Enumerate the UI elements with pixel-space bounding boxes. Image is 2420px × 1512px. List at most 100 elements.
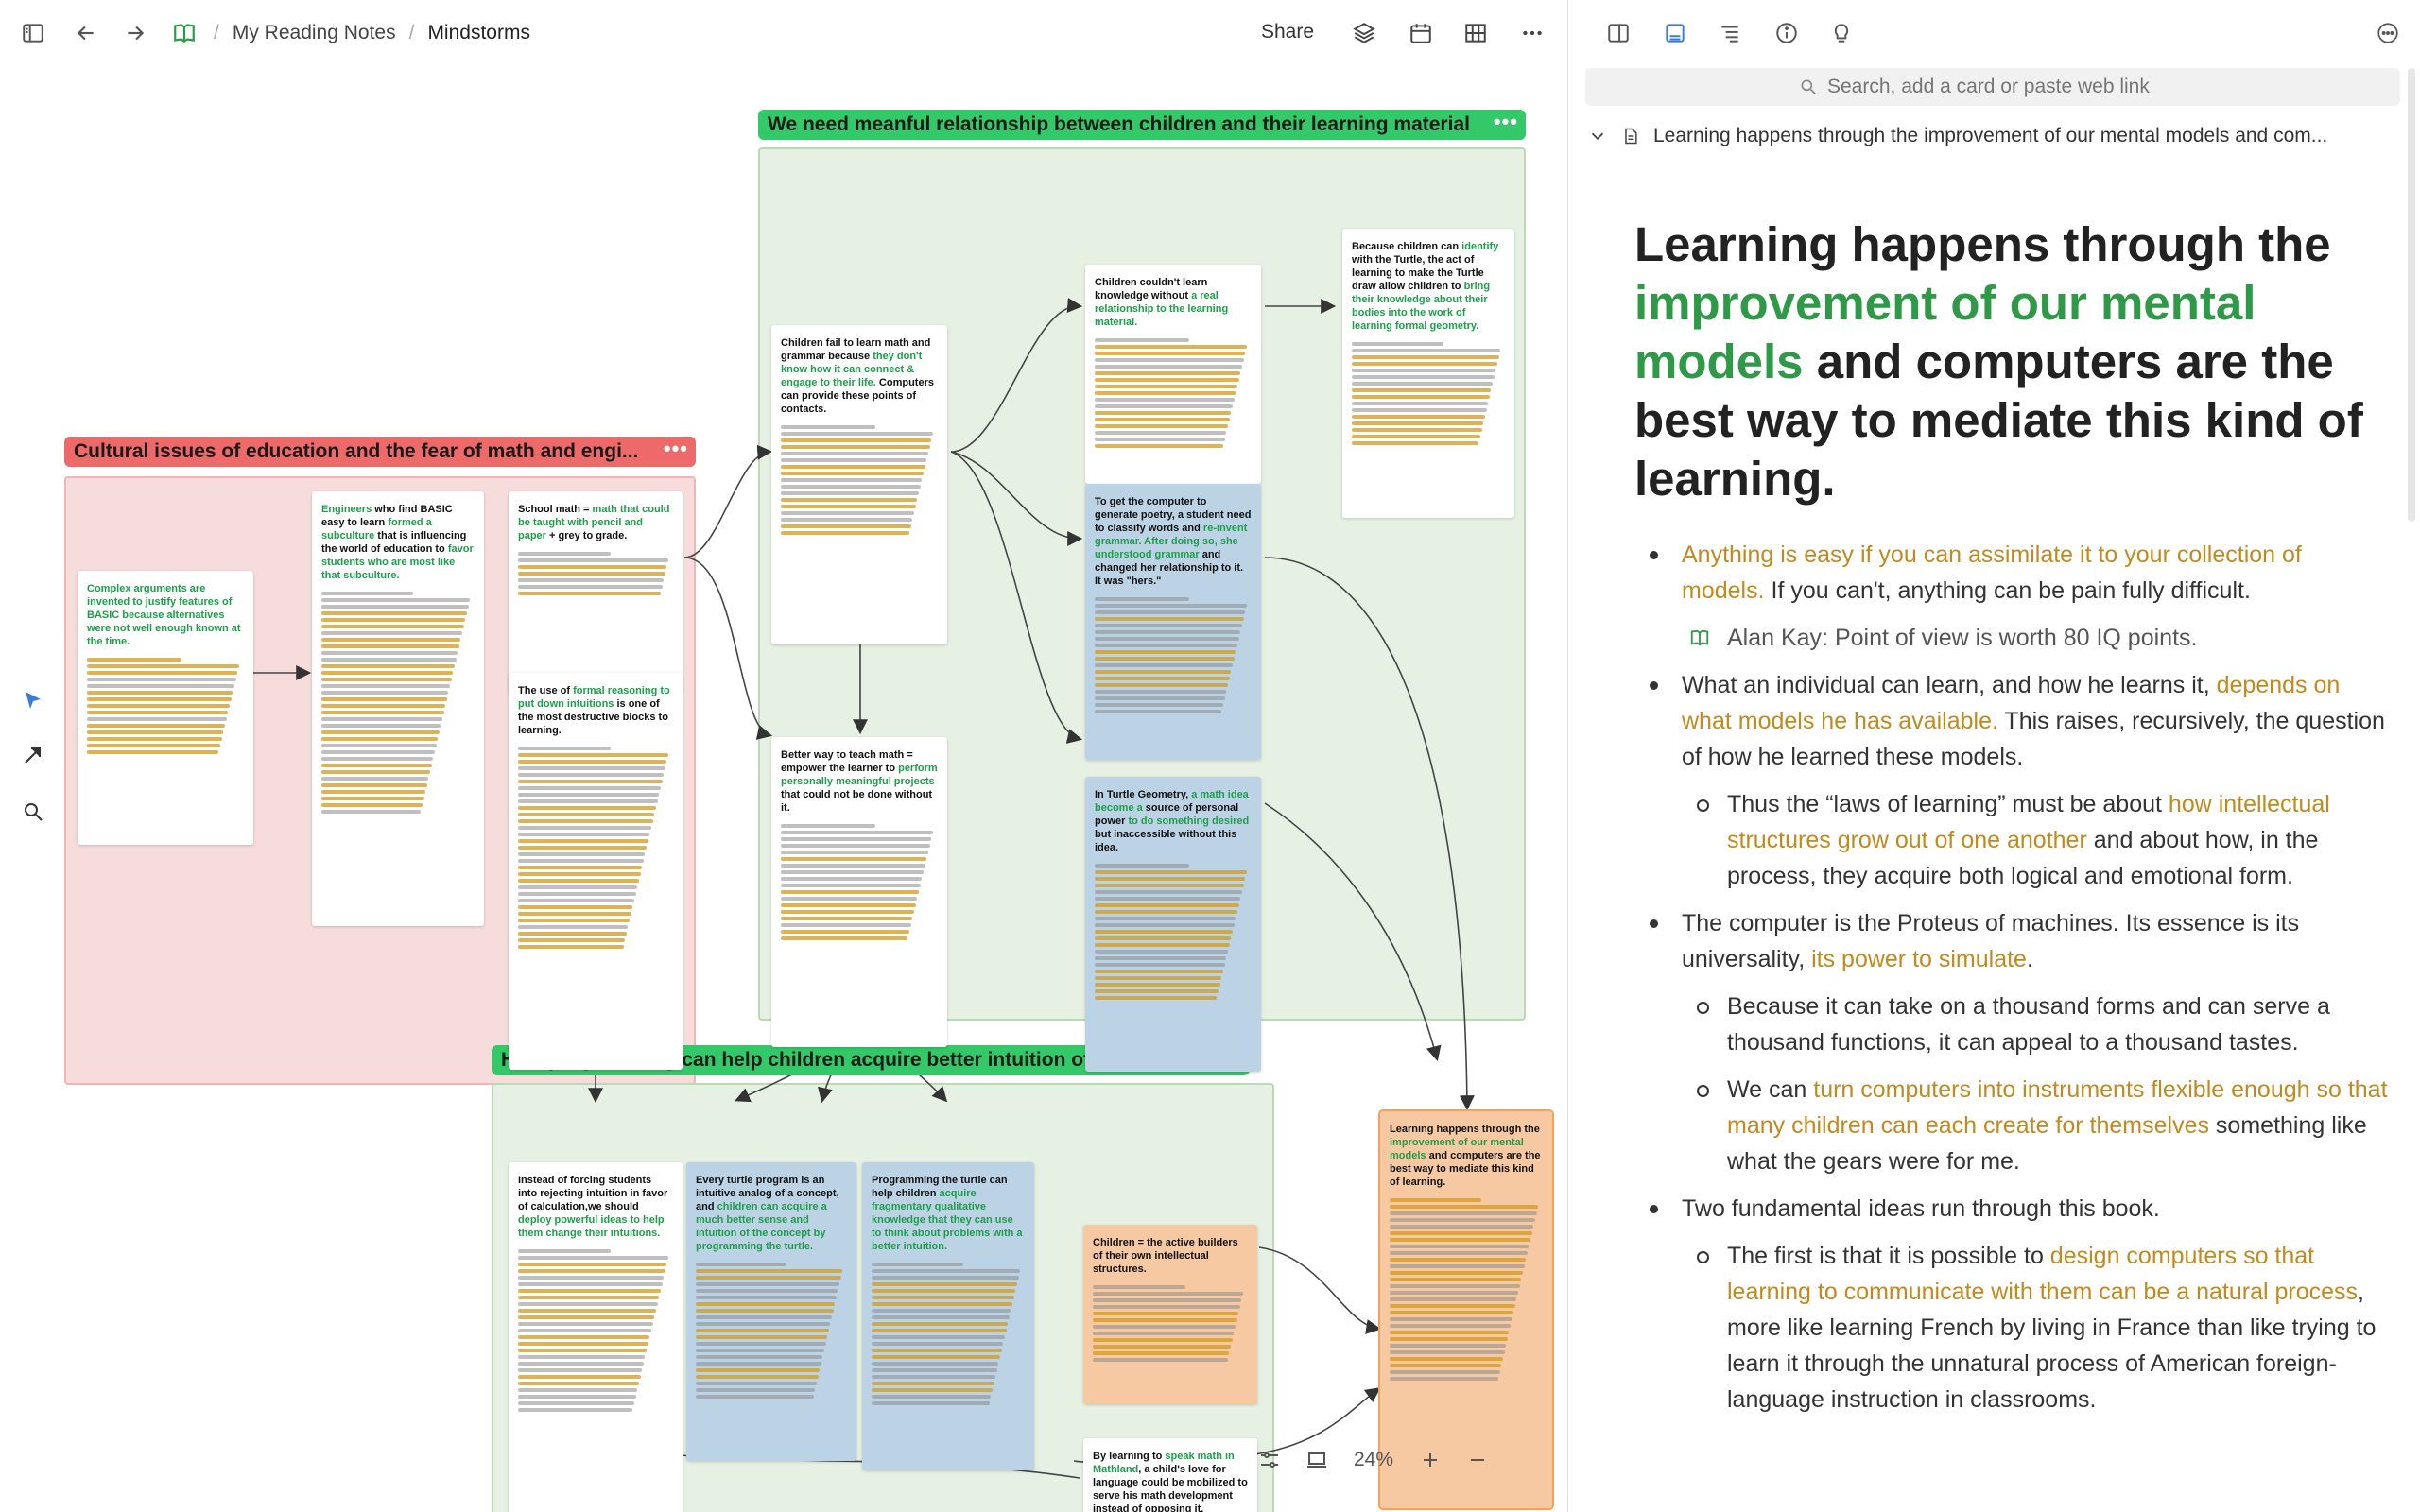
card-title: Because children can — [1352, 241, 1462, 252]
whiteboard-canvas[interactable]: We need meanful relationship between chi… — [0, 66, 1567, 1512]
card-text-line — [872, 1276, 1019, 1280]
card-text-line — [781, 518, 913, 522]
group-more-icon[interactable]: ••• — [664, 437, 688, 461]
info-icon[interactable] — [1771, 17, 1803, 49]
card-text-line — [1095, 996, 1218, 1000]
bullet-3b[interactable]: We can turn computers into instruments f… — [1634, 1072, 2391, 1179]
card-text-line — [1390, 1251, 1528, 1255]
bullet-1[interactable]: Anything is easy if you can assimilate i… — [1634, 537, 2391, 609]
card-turtle-geometry[interactable]: In Turtle Geometry, a math idea become a… — [1085, 777, 1261, 1072]
card-basic[interactable]: Complex arguments are invented to justif… — [78, 571, 253, 845]
card-text-line — [1390, 1231, 1532, 1235]
card-couldnt-learn[interactable]: Children couldn't learn knowledge withou… — [1085, 265, 1261, 484]
book-icon[interactable] — [168, 17, 200, 49]
card-text-line — [518, 558, 669, 562]
card-text-line — [518, 932, 627, 936]
bullet-2[interactable]: What an individual can learn, and how he… — [1634, 667, 2391, 775]
split-view-icon[interactable] — [1602, 17, 1634, 49]
card-text-line — [781, 472, 925, 475]
breadcrumb-root[interactable]: My Reading Notes — [233, 22, 396, 44]
card-text-line — [518, 919, 631, 922]
bullet-2a[interactable]: Thus the “laws of learning” must be abou… — [1634, 786, 2391, 894]
zoom-in-icon[interactable] — [1407, 1449, 1454, 1471]
calendar-icon[interactable] — [1405, 17, 1437, 49]
forward-arrow-icon[interactable] — [119, 17, 151, 49]
layers-icon[interactable] — [1348, 17, 1380, 49]
card-text-line — [1095, 989, 1219, 993]
arrow-tool-icon[interactable] — [19, 741, 47, 769]
library-icon[interactable] — [1460, 17, 1492, 49]
card-text-line — [1352, 362, 1497, 366]
card-header[interactable]: Learning happens through the improvement… — [1587, 125, 2402, 147]
group-title-relationship[interactable]: We need meanful relationship between chi… — [758, 110, 1526, 140]
sliders-icon[interactable] — [1246, 1449, 1293, 1471]
card-active-builders[interactable]: Children = the active builders of their … — [1083, 1225, 1257, 1404]
share-button[interactable]: Share — [1261, 21, 1314, 43]
card-formal-reasoning[interactable]: The use of formal reasoning to put down … — [509, 673, 683, 1070]
card-text-line — [518, 1401, 634, 1405]
top-toolbar: / My Reading Notes / Mindstorms Share — [0, 0, 1567, 66]
bullet-4a[interactable]: The first is that it is possible to desi… — [1634, 1238, 2391, 1418]
select-tool-icon[interactable] — [19, 686, 47, 714]
bullet-4[interactable]: Two fundamental ideas run through this b… — [1634, 1191, 2391, 1227]
outline-icon[interactable] — [1714, 17, 1746, 49]
card-text-line — [1095, 624, 1243, 627]
card-text-line — [87, 711, 229, 714]
bullet-text: What an individual can learn, and how he… — [1682, 672, 2217, 698]
lightbulb-icon[interactable] — [1825, 17, 1858, 49]
bullet-1a-reference[interactable]: Alan Kay: Point of view is worth 80 IQ p… — [1634, 620, 2391, 656]
more-options-icon[interactable] — [1516, 17, 1548, 49]
search-bar[interactable] — [1585, 68, 2400, 106]
card-text-line — [1095, 917, 1236, 920]
note-title[interactable]: Learning happens through the improvement… — [1634, 215, 2391, 508]
zoom-out-icon[interactable] — [1454, 1449, 1501, 1471]
panel-scrollbar[interactable] — [2408, 68, 2415, 522]
card-programming-turtle[interactable]: Programming the turtle can help children… — [862, 1162, 1034, 1470]
card-text-line — [872, 1349, 1002, 1352]
search-tool-icon[interactable] — [19, 798, 47, 826]
card-text-line — [518, 773, 665, 777]
card-better-way[interactable]: Better way to teach math = empower the l… — [771, 737, 947, 1047]
card-text-line — [87, 658, 182, 662]
card-text-line — [696, 1335, 828, 1339]
back-arrow-icon[interactable] — [70, 17, 102, 49]
card-text-line — [518, 1282, 663, 1286]
card-text-line — [1093, 1351, 1230, 1355]
card-text-line — [518, 826, 652, 830]
card-text-line — [1390, 1311, 1514, 1314]
card-engineers[interactable]: Engineers who find BASIC easy to learn f… — [312, 491, 484, 926]
card-poetry[interactable]: To get the computer to generate poetry, … — [1085, 484, 1261, 760]
card-text-line — [1390, 1211, 1537, 1215]
breadcrumb-current[interactable]: Mindstorms — [427, 22, 530, 44]
card-title: Learning happens through the — [1390, 1124, 1540, 1135]
bullet-3[interactable]: The computer is the Proteus of machines.… — [1634, 905, 2391, 977]
card-school-math[interactable]: School math = math that could be taught … — [509, 491, 683, 694]
reference-author[interactable]: Alan Kay — [1727, 625, 1822, 651]
card-fail-to-learn[interactable]: Children fail to learn math and grammar … — [771, 325, 947, 644]
sidebar-toggle-icon[interactable] — [17, 17, 49, 49]
card-text-line — [1093, 1345, 1231, 1349]
zoom-level[interactable]: 24% — [1340, 1449, 1407, 1471]
group-more-icon[interactable]: ••• — [1494, 110, 1518, 134]
chevron-down-icon[interactable] — [1587, 126, 1608, 146]
fit-screen-icon[interactable] — [1293, 1449, 1340, 1471]
card-text-line — [1095, 890, 1243, 894]
card-instead-of-forcing[interactable]: Instead of forcing students into rejecti… — [509, 1162, 683, 1512]
card-text-line — [696, 1263, 786, 1266]
card-view-icon[interactable] — [1659, 17, 1691, 49]
bullet-text: . — [2026, 946, 2033, 972]
bullet-3a[interactable]: Because it can take on a thousand forms … — [1634, 988, 2391, 1060]
group-title-cultural[interactable]: Cultural issues of education and the fea… — [64, 437, 696, 467]
search-input[interactable] — [1827, 76, 2187, 98]
panel-more-icon[interactable] — [2372, 17, 2404, 49]
card-identify-turtle[interactable]: Because children can identify with the T… — [1342, 229, 1514, 518]
note-content[interactable]: Learning happens through the improvement… — [1634, 215, 2391, 1429]
card-text-line — [1095, 617, 1244, 621]
card-text-line — [1095, 910, 1238, 914]
card-text-line — [781, 844, 930, 848]
card-mathland[interactable]: By learning to speak math in Mathland, a… — [1083, 1438, 1257, 1512]
card-turtle-program[interactable]: Every turtle program is an intuitive ana… — [686, 1162, 856, 1461]
card-text-line — [518, 1276, 665, 1280]
card-text-line — [872, 1329, 1007, 1332]
card-text-line — [321, 803, 423, 807]
